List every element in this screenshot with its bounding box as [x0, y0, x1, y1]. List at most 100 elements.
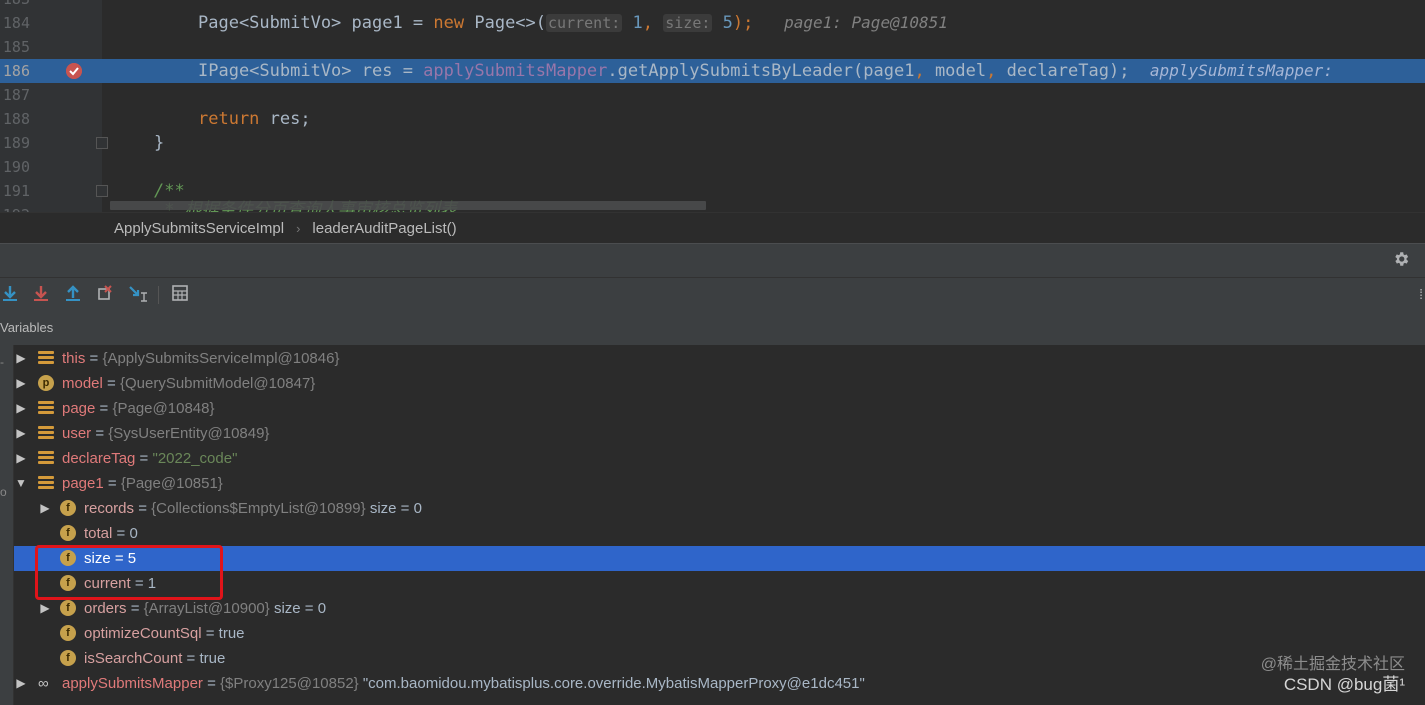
field-icon: f	[60, 500, 76, 516]
watermark-line-2: CSDN @bug菌¹	[1283, 675, 1405, 694]
variable-value: true	[199, 650, 226, 667]
field-icon: f	[60, 650, 76, 666]
variable-row-page[interactable]: ▶ page = {Page@10848}	[14, 396, 1425, 421]
frames-side-strip: - o	[0, 345, 14, 705]
variable-reference: {SysUserEntity@10849}	[108, 425, 270, 442]
variable-text: optimizeCountSql = true	[84, 621, 245, 646]
inline-debug-value: page1: Page@10851	[784, 13, 948, 32]
code-line-184: Page<SubmitVo> page1 = new Page<>(curren…	[198, 13, 948, 33]
expand-arrow-icon[interactable]: ▶	[38, 496, 52, 521]
variable-row-page1[interactable]: ▼ page1 = {Page@10851}	[14, 471, 1425, 496]
variable-name: applySubmitsMapper	[62, 675, 203, 692]
line-number: 183	[0, 0, 30, 11]
expand-arrow-icon[interactable]: ▶	[14, 421, 28, 446]
variable-row-total[interactable]: f total = 0	[14, 521, 1425, 546]
line-number: 184	[2, 14, 30, 32]
variable-text: applySubmitsMapper = {$Proxy125@10852} "…	[62, 671, 865, 696]
line-number: 191	[2, 182, 30, 200]
expand-arrow-icon[interactable]: ▶	[14, 346, 28, 371]
collapse-arrow-icon[interactable]: ▼	[14, 471, 28, 496]
collapsed-panel-mark: -	[0, 355, 4, 369]
variable-name: user	[62, 425, 92, 442]
variable-name: orders	[84, 600, 127, 617]
variable-value: size = 0	[365, 500, 422, 517]
variable-name: page1	[62, 475, 104, 492]
local-variable-icon	[38, 351, 54, 365]
variable-row-this[interactable]: ▶ this = {ApplySubmitsServiceImpl@10846}	[14, 346, 1425, 371]
collapsed-panel-mark: o	[0, 485, 7, 499]
variable-row-records[interactable]: ▶ f records = {Collections$EmptyList@10899…	[14, 496, 1425, 521]
variable-row-user[interactable]: ▶ user = {SysUserEntity@10849}	[14, 421, 1425, 446]
field-icon: f	[60, 600, 76, 616]
variable-text: page = {Page@10848}	[62, 396, 214, 421]
run-to-cursor-icon[interactable]	[128, 284, 148, 304]
variable-name: page	[62, 400, 96, 417]
horizontal-scrollbar[interactable]	[110, 201, 706, 210]
watermark-line-1: @稀土掘金技术社区	[1260, 656, 1405, 673]
line-number: 189	[2, 134, 30, 152]
line-number-gutter[interactable]: 183 184 185 186 187 188 189 190 191 192	[0, 0, 108, 212]
breadcrumb-method[interactable]: leaderAuditPageList()	[312, 220, 456, 237]
watermark: @稀土掘金技术社区 CSDN @bug菌¹	[1261, 655, 1405, 695]
code-line-188: return res;	[198, 109, 311, 129]
line-number: 186	[2, 62, 30, 80]
debug-toolbar: ⁞	[0, 277, 1425, 312]
field-icon: f	[60, 625, 76, 641]
variable-equals: =	[182, 650, 200, 667]
step-into-icon[interactable]	[31, 284, 51, 304]
variable-text: model = {QuerySubmitModel@10847}	[62, 371, 315, 396]
variable-equals: =	[112, 525, 130, 542]
variable-row-orders[interactable]: ▶ f orders = {ArrayList@10900} size = 0	[14, 596, 1425, 621]
variable-row-model[interactable]: ▶ p model = {QuerySubmitModel@10847}	[14, 371, 1425, 396]
expand-arrow-icon[interactable]: ▶	[14, 371, 28, 396]
variable-row-applysubmitsmapper[interactable]: ▶ ∞ applySubmitsMapper = {$Proxy125@10852}…	[14, 671, 1425, 696]
variable-text: records = {Collections$EmptyList@10899} …	[84, 496, 422, 521]
expand-arrow-icon[interactable]: ▶	[14, 396, 28, 421]
step-out-icon[interactable]	[63, 284, 83, 304]
annotation-highlight-box	[35, 545, 223, 600]
variable-row-issearchcount[interactable]: f isSearchCount = true	[14, 646, 1425, 671]
variable-row-declaretag[interactable]: ▶ declareTag = "2022_code"	[14, 446, 1425, 471]
variable-text: page1 = {Page@10851}	[62, 471, 223, 496]
variable-name: isSearchCount	[84, 650, 183, 667]
variable-equals: =	[126, 600, 144, 617]
evaluate-expression-icon[interactable]	[170, 284, 190, 304]
code-area[interactable]: Page<SubmitVo> page1 = new Page<>(curren…	[102, 0, 1425, 212]
step-over-icon[interactable]	[0, 284, 20, 304]
variables-panel-title: Variables	[0, 311, 1425, 346]
expand-arrow-icon[interactable]: ▶	[14, 671, 28, 696]
breadcrumb-class[interactable]: ApplySubmitsServiceImpl	[114, 220, 284, 237]
gear-icon[interactable]	[1391, 250, 1411, 270]
breakpoint-icon[interactable]	[66, 63, 82, 79]
variable-text: declareTag = "2022_code"	[62, 446, 237, 471]
toolbar-separator	[158, 286, 159, 304]
drop-frame-icon[interactable]	[95, 284, 115, 304]
inline-debug-value: applySubmitsMapper:	[1149, 61, 1333, 80]
more-actions-icon[interactable]: ⁞	[1419, 286, 1423, 302]
variable-reference: {Page@10848}	[112, 400, 215, 417]
variable-row-current[interactable]: f current = 1	[14, 571, 1425, 596]
variable-equals: =	[202, 675, 221, 692]
code-line-189: }	[154, 133, 165, 153]
variable-text: isSearchCount = true	[84, 646, 225, 671]
local-variable-icon	[38, 401, 54, 415]
variable-reference: {Collections$EmptyList@10899}	[151, 500, 366, 517]
breadcrumb-separator: ›	[296, 221, 301, 236]
variable-reference: {ApplySubmitsServiceImpl@10846}	[102, 350, 340, 367]
variables-title-label: Variables	[0, 320, 54, 335]
field-icon: f	[60, 525, 76, 541]
code-editor[interactable]: 183 184 185 186 187 188 189 190 191 192 …	[0, 0, 1425, 212]
line-number: 192	[0, 203, 30, 212]
variable-row-optimizecountsql[interactable]: f optimizeCountSql = true	[14, 621, 1425, 646]
variable-row-size[interactable]: f size = 5	[14, 546, 1425, 571]
variable-value: "com.baomidou.mybatisplus.core.override.…	[358, 675, 865, 692]
expand-arrow-icon[interactable]: ▶	[14, 446, 28, 471]
variable-name: declareTag	[62, 450, 136, 467]
variable-name: this	[62, 350, 86, 367]
variable-text: total = 0	[84, 521, 138, 546]
variable-equals: =	[201, 625, 219, 642]
local-variable-icon	[38, 476, 54, 490]
variable-equals: =	[95, 400, 113, 417]
variable-text: this = {ApplySubmitsServiceImpl@10846}	[62, 346, 339, 371]
parameter-icon: p	[38, 375, 54, 391]
